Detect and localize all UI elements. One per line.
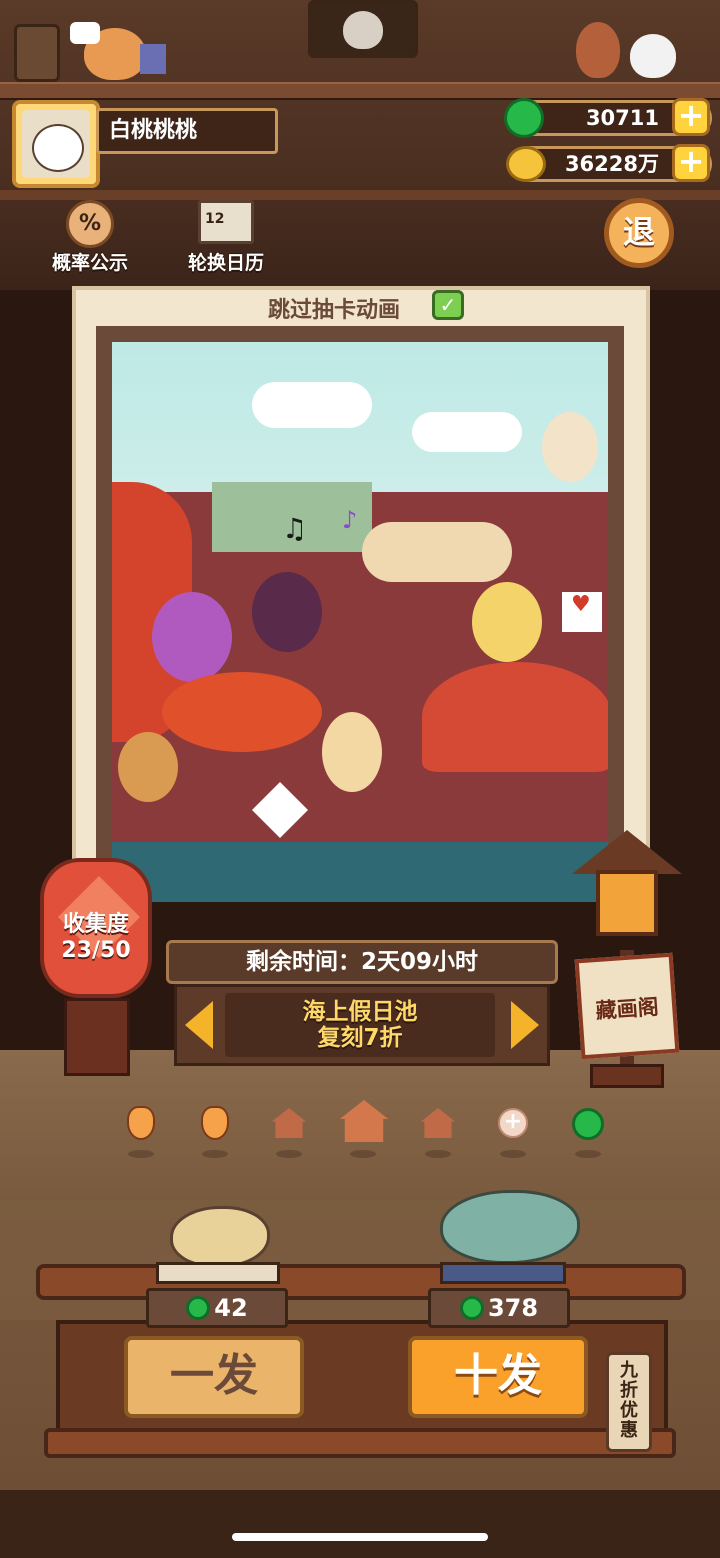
icon-shadow [425,1150,451,1158]
character-cat-icon [118,732,178,802]
ten-pull-button[interactable]: 十发 [408,1336,588,1418]
calendar-icon-number: 12 [205,211,225,227]
home-indicator[interactable] [232,1533,488,1541]
book-stack-icon [156,1262,280,1284]
acorn-icon[interactable] [127,1106,155,1140]
plus-icon[interactable]: + [498,1108,528,1138]
jade-amount: 30711 [585,106,659,130]
pool-name-panel: 海上假日池 复刻7折 [225,993,495,1057]
add-jade-button[interactable]: + [672,98,710,136]
cloud [252,382,372,428]
pool-name: 海上假日池 [302,999,418,1025]
prev-pool-arrow-icon[interactable] [185,1001,213,1049]
player-name: 白桃桃桃 [96,108,278,154]
yellow-fish-icon [170,1206,270,1268]
single-pull-button[interactable]: 一发 [124,1336,304,1418]
character-boy-icon [542,412,598,482]
speech-bubble-icon [70,22,100,44]
gallery-label: 藏画阁 [594,994,660,1024]
icon-shadow [350,1150,376,1158]
exit-button[interactable]: 退 [604,198,674,268]
green-fish-icon [440,1190,580,1264]
icon-shadow [500,1150,526,1158]
water [112,842,608,902]
gallery-button[interactable]: 藏画阁 [574,952,680,1060]
single-cost-box: 42 [146,1288,288,1328]
add-coin-button[interactable]: + [672,144,710,182]
acorn-icon[interactable] [201,1106,229,1140]
collection-lantern[interactable]: 收集度 23/50 [40,858,152,998]
gallery-lantern-icon [596,870,658,936]
single-cost: 42 [214,1294,248,1322]
jade-icon [459,1296,484,1320]
remaining-time: 剩余时间：2天09小时 [166,940,558,984]
player-avatar[interactable] [12,100,100,188]
character-chef-icon [322,712,382,792]
copper-coin-icon [506,146,546,182]
roof-beam [0,82,720,100]
bottom-strip [0,1490,720,1558]
oranges-pile-icon [162,672,322,752]
cloud [412,412,522,452]
next-pool-arrow-icon[interactable] [511,1001,539,1049]
icon-shadow [575,1150,601,1158]
lantern-stand [64,998,130,1076]
gallery-base [590,1064,664,1088]
collection-label: 收集度 [62,912,129,937]
ten-cost: 378 [487,1294,539,1322]
counter-top [36,1264,686,1300]
icon-shadow [128,1150,154,1158]
character-dark-hair-icon [252,572,322,652]
jade-icon [186,1296,211,1320]
skip-animation-label: 跳过抽卡动画 [268,298,401,323]
calendar-label: 轮换日历 [187,252,264,274]
character-purple-girl-icon [152,592,232,682]
owl-icon [343,11,383,49]
avatar-background [22,110,90,178]
heart-note-icon: ♥ [562,592,602,632]
dumplings-icon [362,522,512,582]
crab-icon [422,662,608,772]
pool-banner: 海上假日池 复刻7折 [174,984,550,1066]
jade-icon [504,98,544,138]
probability-label: 概率公示 [51,252,128,274]
ten-cost-box: 378 [428,1288,570,1328]
coin-amount: 36228万 [564,152,659,176]
cat-avatar-icon [32,124,84,172]
counter-foot [44,1428,676,1458]
skip-animation-checkbox[interactable]: ✓ [432,290,464,320]
discount-tag: 九折优惠 [606,1352,652,1452]
pool-discount: 复刻7折 [317,1025,403,1051]
white-cat-icon [630,34,676,78]
book-icon [140,44,166,74]
icon-shadow [202,1150,228,1158]
probability-button[interactable]: % 概率公示 [40,198,140,274]
music-note-icon: ♪ [342,506,358,534]
calendar-button[interactable]: 12 轮换日历 [176,198,276,274]
wall-picture-icon [14,24,60,82]
icon-shadow [276,1150,302,1158]
calendar-icon: 12 [198,200,254,244]
percent-icon: % [66,200,114,248]
chef-character-icon [576,22,620,78]
jade-icon[interactable] [572,1108,604,1140]
book-stack-icon [440,1262,566,1284]
owl-portrait-icon [308,0,418,58]
floor-band [0,1200,720,1320]
card-artwork: ♫ ♪ ♥ [112,342,608,902]
music-note-icon: ♫ [282,512,308,545]
collection-progress: 23/50 [61,938,131,963]
character-blonde-girl-icon [472,582,542,662]
